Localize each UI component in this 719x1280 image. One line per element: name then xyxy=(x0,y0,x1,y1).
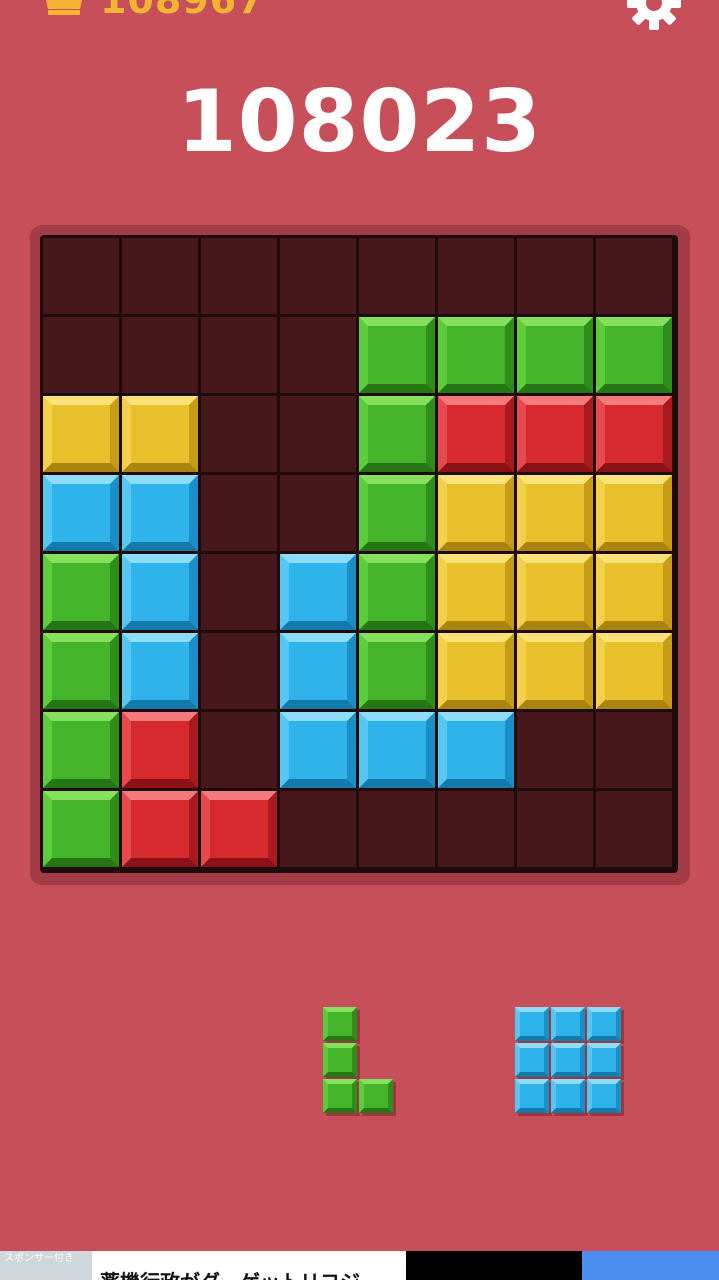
green-block xyxy=(359,633,435,709)
red-block xyxy=(517,396,593,472)
empty-cell[interactable] xyxy=(201,317,277,393)
red-block xyxy=(438,396,514,472)
ad-cta[interactable] xyxy=(582,1251,719,1280)
green-block xyxy=(517,317,593,393)
empty-cell[interactable] xyxy=(201,475,277,551)
blue-piece-block xyxy=(551,1043,585,1077)
blue-block xyxy=(280,712,356,788)
blue-block xyxy=(122,633,198,709)
green-block xyxy=(359,317,435,393)
yellow-block xyxy=(517,475,593,551)
green-block xyxy=(359,554,435,630)
empty-cell[interactable] xyxy=(517,791,593,867)
yellow-block xyxy=(438,633,514,709)
empty-cell[interactable] xyxy=(359,791,435,867)
empty-cell[interactable] xyxy=(517,238,593,314)
yellow-block xyxy=(596,554,672,630)
empty-cell[interactable] xyxy=(280,396,356,472)
gear-icon xyxy=(627,0,681,30)
blue-piece-block xyxy=(587,1043,621,1077)
empty-cell[interactable] xyxy=(122,238,198,314)
green-piece-block xyxy=(359,1079,393,1113)
green-block xyxy=(43,633,119,709)
blue-block xyxy=(43,475,119,551)
current-score: 108023 xyxy=(176,72,543,172)
yellow-block xyxy=(122,396,198,472)
empty-cell[interactable] xyxy=(596,712,672,788)
blue-piece-block xyxy=(587,1007,621,1041)
empty-cell[interactable] xyxy=(201,238,277,314)
blue-piece-block xyxy=(515,1007,549,1041)
empty-cell[interactable] xyxy=(280,238,356,314)
ad-sponsor-label: スポンサー付き xyxy=(0,1251,92,1280)
crown-icon xyxy=(40,0,88,15)
empty-cell[interactable] xyxy=(201,712,277,788)
green-block xyxy=(359,475,435,551)
green-piece-block xyxy=(323,1043,357,1077)
blue-piece-block xyxy=(551,1079,585,1113)
ad-image[interactable] xyxy=(406,1251,582,1280)
game-board[interactable] xyxy=(40,235,678,873)
empty-cell[interactable] xyxy=(201,554,277,630)
yellow-block xyxy=(596,633,672,709)
ad-banner[interactable]: スポンサー付き 薬機行政がダーゲットリヨジ xyxy=(0,1251,719,1280)
game-screen: 108967 108023 スポンサー付き 薬機行政がダーゲットリヨジ xyxy=(0,0,719,1280)
yellow-block xyxy=(438,554,514,630)
empty-cell[interactable] xyxy=(359,238,435,314)
ad-headline: 薬機行政がダーゲットリヨジ xyxy=(100,1271,360,1280)
empty-cell[interactable] xyxy=(438,238,514,314)
blue-block xyxy=(280,633,356,709)
empty-cell[interactable] xyxy=(596,238,672,314)
red-block xyxy=(122,791,198,867)
empty-cell[interactable] xyxy=(280,475,356,551)
green-block xyxy=(43,554,119,630)
empty-cell[interactable] xyxy=(280,791,356,867)
green-block xyxy=(43,791,119,867)
ad-text-area[interactable]: 薬機行政がダーゲットリヨジ xyxy=(92,1251,406,1280)
green-block xyxy=(359,396,435,472)
green-block xyxy=(438,317,514,393)
blue-block xyxy=(122,554,198,630)
red-block xyxy=(201,791,277,867)
green-block xyxy=(596,317,672,393)
empty-cell[interactable] xyxy=(201,396,277,472)
empty-cell[interactable] xyxy=(43,238,119,314)
settings-button[interactable] xyxy=(625,0,683,32)
red-block xyxy=(596,396,672,472)
blue-piece-block xyxy=(587,1079,621,1113)
blue-block xyxy=(359,712,435,788)
best-score-value: 108967 xyxy=(100,0,265,22)
yellow-block xyxy=(43,396,119,472)
blue-piece-block xyxy=(515,1043,549,1077)
blue-piece-block xyxy=(551,1007,585,1041)
yellow-block xyxy=(596,475,672,551)
best-score: 108967 xyxy=(40,0,265,22)
blue-piece-block xyxy=(515,1079,549,1113)
empty-cell[interactable] xyxy=(438,791,514,867)
empty-cell[interactable] xyxy=(43,317,119,393)
green-block xyxy=(43,712,119,788)
empty-cell[interactable] xyxy=(517,712,593,788)
green-piece-block xyxy=(323,1007,357,1041)
empty-cell[interactable] xyxy=(596,791,672,867)
blue-block xyxy=(280,554,356,630)
yellow-block xyxy=(517,633,593,709)
empty-cell[interactable] xyxy=(122,317,198,393)
green-piece-block xyxy=(323,1079,357,1113)
empty-cell[interactable] xyxy=(201,633,277,709)
blue-block xyxy=(438,712,514,788)
yellow-block xyxy=(517,554,593,630)
empty-cell[interactable] xyxy=(280,317,356,393)
yellow-block xyxy=(438,475,514,551)
red-block xyxy=(122,712,198,788)
blue-block xyxy=(122,475,198,551)
